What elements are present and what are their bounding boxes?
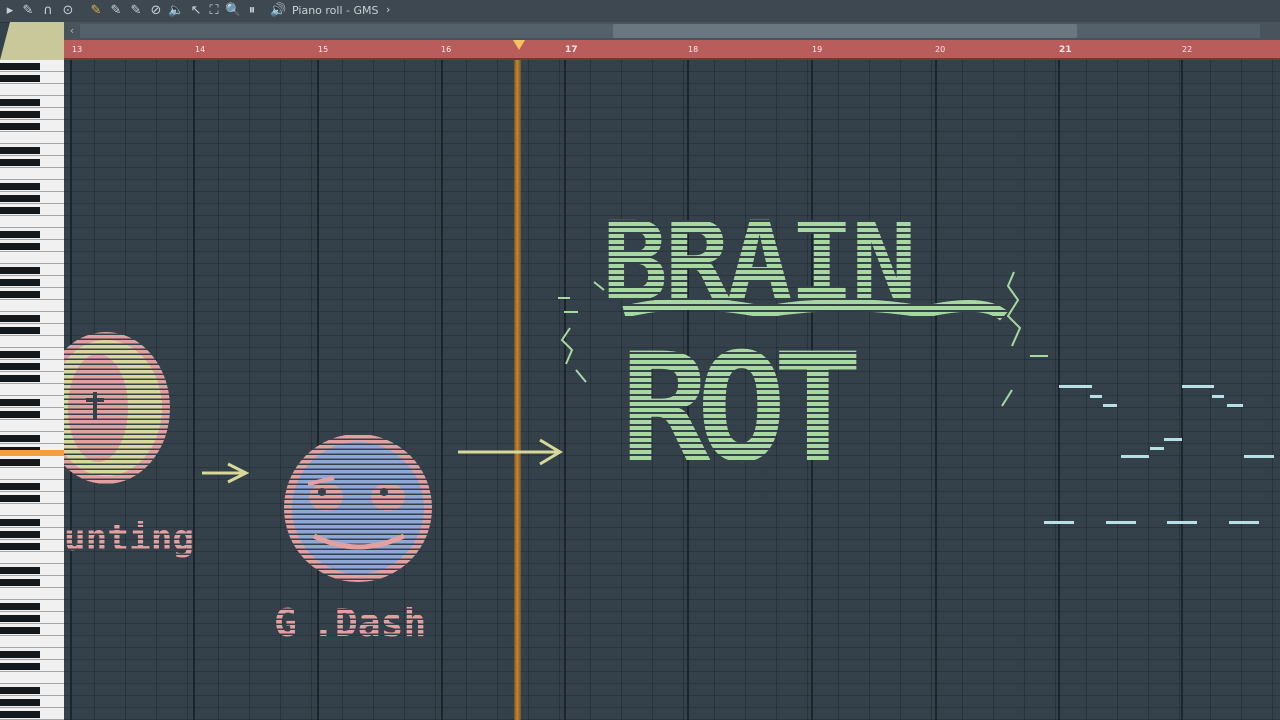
black-key[interactable] [0,231,40,238]
smiley-face-art [284,434,432,582]
svg-text:.Dash: .Dash [312,601,426,645]
black-key[interactable] [0,519,40,526]
scroll-left-icon[interactable]: ‹ [64,22,80,40]
black-key[interactable] [0,711,40,718]
black-key[interactable] [0,159,40,166]
black-key[interactable] [0,687,40,694]
menu-arrow-icon[interactable]: ▸ [2,3,18,19]
black-key[interactable] [0,123,40,130]
bar-number: 13 [72,45,83,54]
slice-tool-icon[interactable]: ⛶ [206,3,222,19]
black-key[interactable] [0,411,40,418]
black-key[interactable] [0,663,40,670]
black-key[interactable] [0,615,40,622]
black-key[interactable] [0,207,40,214]
scroll-thumb[interactable] [613,24,1077,38]
black-key[interactable] [0,483,40,490]
black-key[interactable] [0,63,40,70]
piano-keyboard[interactable] [0,60,65,720]
bar-number: 17 [565,45,578,55]
black-key[interactable] [0,579,40,586]
bar-number: 15 [318,45,329,54]
black-key[interactable] [0,567,40,574]
window-title: Piano roll - GMS [292,4,379,17]
bar-number: 14 [195,45,206,54]
note-dashes [1044,385,1274,524]
paint-tool-icon[interactable]: ✎ [108,3,124,19]
black-key[interactable] [0,363,40,370]
black-key[interactable] [0,459,40,466]
playhead-marker-icon[interactable] [513,40,525,50]
black-key[interactable] [0,315,40,322]
delete-tool-icon[interactable]: ⊘ [148,3,164,19]
black-key[interactable] [0,531,40,538]
black-key[interactable] [0,183,40,190]
black-key[interactable] [0,495,40,502]
note-grid[interactable]: unting G .Dash BRAIN ROT [64,60,1280,720]
paint-drums-icon[interactable]: ✎ [128,3,144,19]
black-key[interactable] [0,627,40,634]
record-icon[interactable]: ⊙ [60,3,76,19]
tool-corner[interactable] [0,22,64,60]
piano-roll-toolbar: ▸ ✎ ∩ ⊙ ✎ ✎ ✎ ⊘ 🔈 ↖ ⛶ 🔍 ⏸ 🔊 Piano roll -… [0,0,1280,23]
black-key[interactable] [0,147,40,154]
coin-art [64,332,170,484]
black-key[interactable] [0,195,40,202]
note-artwork: unting G .Dash BRAIN ROT [64,198,1274,645]
timeline-ruler[interactable]: 13 14 15 16 17 18 19 20 21 22 [64,40,1280,60]
black-key[interactable] [0,75,40,82]
bar-number: 21 [1059,45,1072,55]
black-key[interactable] [0,399,40,406]
brainrot-logo: BRAIN ROT [558,198,1048,496]
small-arrow-icon [202,462,250,484]
active-key-highlight [0,450,64,456]
bar-number: 16 [441,45,452,54]
bar-number: 20 [935,45,946,54]
rot-text: ROT [620,322,857,496]
speaker-icon[interactable]: 🔊 [270,3,286,19]
draw-tool-icon[interactable]: ✎ [88,3,104,19]
counting-label: unting [64,518,194,559]
gdash-label: G .Dash [274,601,426,645]
black-key[interactable] [0,351,40,358]
black-key[interactable] [0,111,40,118]
chevron-right-icon[interactable]: › [386,3,390,16]
black-key[interactable] [0,243,40,250]
black-key[interactable] [0,435,40,442]
black-key[interactable] [0,603,40,610]
black-key[interactable] [0,543,40,550]
bar-number: 19 [812,45,823,54]
playback-tool-icon[interactable]: ⏸ [244,3,260,19]
long-arrow-icon [458,438,563,466]
black-key[interactable] [0,291,40,298]
mute-tool-icon[interactable]: 🔈 [168,3,184,19]
wrench-icon[interactable]: ✎ [20,3,36,19]
black-key[interactable] [0,279,40,286]
black-key[interactable] [0,375,40,382]
select-tool-icon[interactable]: ↖ [188,3,204,19]
black-key[interactable] [0,99,40,106]
zoom-tool-icon[interactable]: 🔍 [225,3,241,19]
black-key[interactable] [0,699,40,706]
horizontal-scrollbar[interactable]: ‹ [64,22,1280,40]
svg-text:G: G [274,601,297,645]
black-key[interactable] [0,267,40,274]
black-key[interactable] [0,327,40,334]
bar-number: 18 [688,45,699,54]
black-key[interactable] [0,651,40,658]
magnet-icon[interactable]: ∩ [40,3,56,19]
bar-number: 22 [1182,45,1193,54]
